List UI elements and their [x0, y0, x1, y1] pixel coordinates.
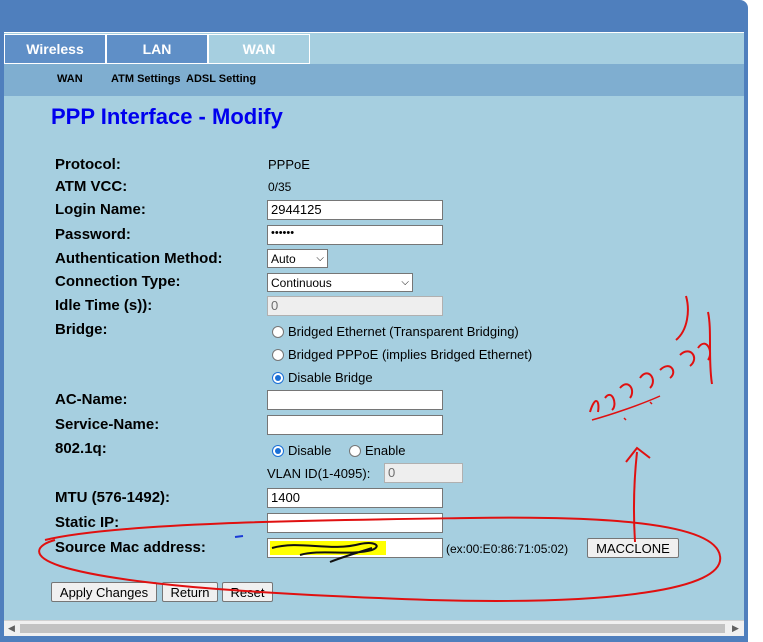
mtu-input[interactable]: 1400: [267, 488, 443, 508]
auth-method-value: Auto: [271, 251, 296, 266]
tab-lan[interactable]: LAN: [106, 34, 208, 64]
dot1q-label: 802.1q:: [55, 440, 107, 457]
static-ip-input[interactable]: [267, 513, 443, 533]
idle-time-label: Idle Time (s)):: [55, 297, 153, 314]
login-name-input[interactable]: 2944125: [267, 200, 443, 220]
source-mac-input[interactable]: [267, 538, 443, 558]
mtu-label: MTU (576-1492):: [55, 489, 171, 506]
protocol-label: Protocol:: [55, 156, 121, 173]
return-button[interactable]: Return: [162, 582, 218, 602]
bridge-option-pppoe[interactable]: Bridged PPPoE (implies Bridged Ethernet): [272, 347, 532, 362]
atm-vcc-value: 0/35: [268, 180, 292, 194]
subnav-wan[interactable]: WAN: [57, 73, 83, 85]
radio-selected-icon[interactable]: [272, 444, 284, 457]
apply-changes-button[interactable]: Apply Changes: [51, 582, 157, 602]
radio-icon[interactable]: [349, 444, 361, 457]
scrollbar-thumb[interactable]: [20, 624, 725, 633]
connection-type-value: Continuous: [271, 275, 332, 290]
tab-wireless[interactable]: Wireless: [4, 34, 106, 64]
bridge-option-disable-label: Disable Bridge: [288, 370, 373, 385]
subnav-adsl-setting[interactable]: ADSL Setting: [186, 73, 256, 85]
bridge-option-disable[interactable]: Disable Bridge: [272, 370, 373, 385]
macclone-button[interactable]: MACCLONE: [587, 538, 679, 558]
dot1q-disable-option[interactable]: Disable: [272, 443, 331, 458]
chevron-down-icon: ⌵: [316, 253, 324, 264]
dot1q-enable-option[interactable]: Enable: [349, 443, 405, 458]
main-tabs: Wireless LAN WAN: [4, 32, 744, 64]
scroll-right-icon[interactable]: ▶: [732, 623, 739, 634]
protocol-value: PPPoE: [268, 157, 310, 172]
password-input[interactable]: ••••••: [267, 225, 443, 245]
password-label: Password:: [55, 226, 131, 243]
subnav-atm-settings[interactable]: ATM Settings: [111, 73, 180, 85]
dot1q-disable-label: Disable: [288, 443, 332, 458]
dot1q-enable-label: Enable: [365, 443, 406, 458]
bridge-label: Bridge:: [55, 321, 108, 338]
vlan-id-input[interactable]: 0: [384, 463, 463, 483]
service-name-label: Service-Name:: [55, 416, 160, 433]
bridge-option-ethernet-label: Bridged Ethernet (Transparent Bridging): [288, 324, 519, 339]
static-ip-label: Static IP:: [55, 514, 120, 531]
service-name-input[interactable]: [267, 415, 443, 435]
bridge-option-ethernet[interactable]: Bridged Ethernet (Transparent Bridging): [272, 324, 519, 339]
sub-navigation: WAN ATM Settings ADSL Setting: [4, 64, 744, 96]
connection-type-label: Connection Type:: [55, 273, 181, 290]
radio-selected-icon[interactable]: [272, 371, 284, 384]
connection-type-select[interactable]: Continuous ⌵: [267, 273, 413, 292]
reset-button[interactable]: Reset: [222, 582, 273, 602]
ac-name-label: AC-Name:: [55, 391, 128, 408]
source-mac-label: Source Mac address:: [55, 539, 206, 556]
redacted-highlight: [270, 541, 386, 555]
vlan-id-label: VLAN ID(1-4095):: [267, 466, 371, 481]
mac-example-hint: (ex:00:E0:86:71:05:02): [446, 542, 569, 556]
ac-name-input[interactable]: [267, 390, 443, 410]
auth-method-label: Authentication Method:: [55, 250, 223, 267]
atm-vcc-label: ATM VCC:: [55, 178, 128, 195]
idle-time-input[interactable]: 0: [267, 296, 443, 316]
radio-icon[interactable]: [272, 348, 284, 361]
chevron-down-icon: ⌵: [401, 277, 409, 288]
page-title: PPP Interface - Modify: [51, 104, 283, 129]
login-name-label: Login Name:: [55, 201, 146, 218]
horizontal-scrollbar[interactable]: ◀ ▶: [4, 620, 744, 636]
radio-icon[interactable]: [272, 325, 284, 338]
bridge-option-pppoe-label: Bridged PPPoE (implies Bridged Ethernet): [288, 347, 533, 362]
tab-wan[interactable]: WAN: [208, 34, 310, 64]
auth-method-select[interactable]: Auto ⌵: [267, 249, 328, 268]
scroll-left-icon[interactable]: ◀: [8, 623, 15, 634]
